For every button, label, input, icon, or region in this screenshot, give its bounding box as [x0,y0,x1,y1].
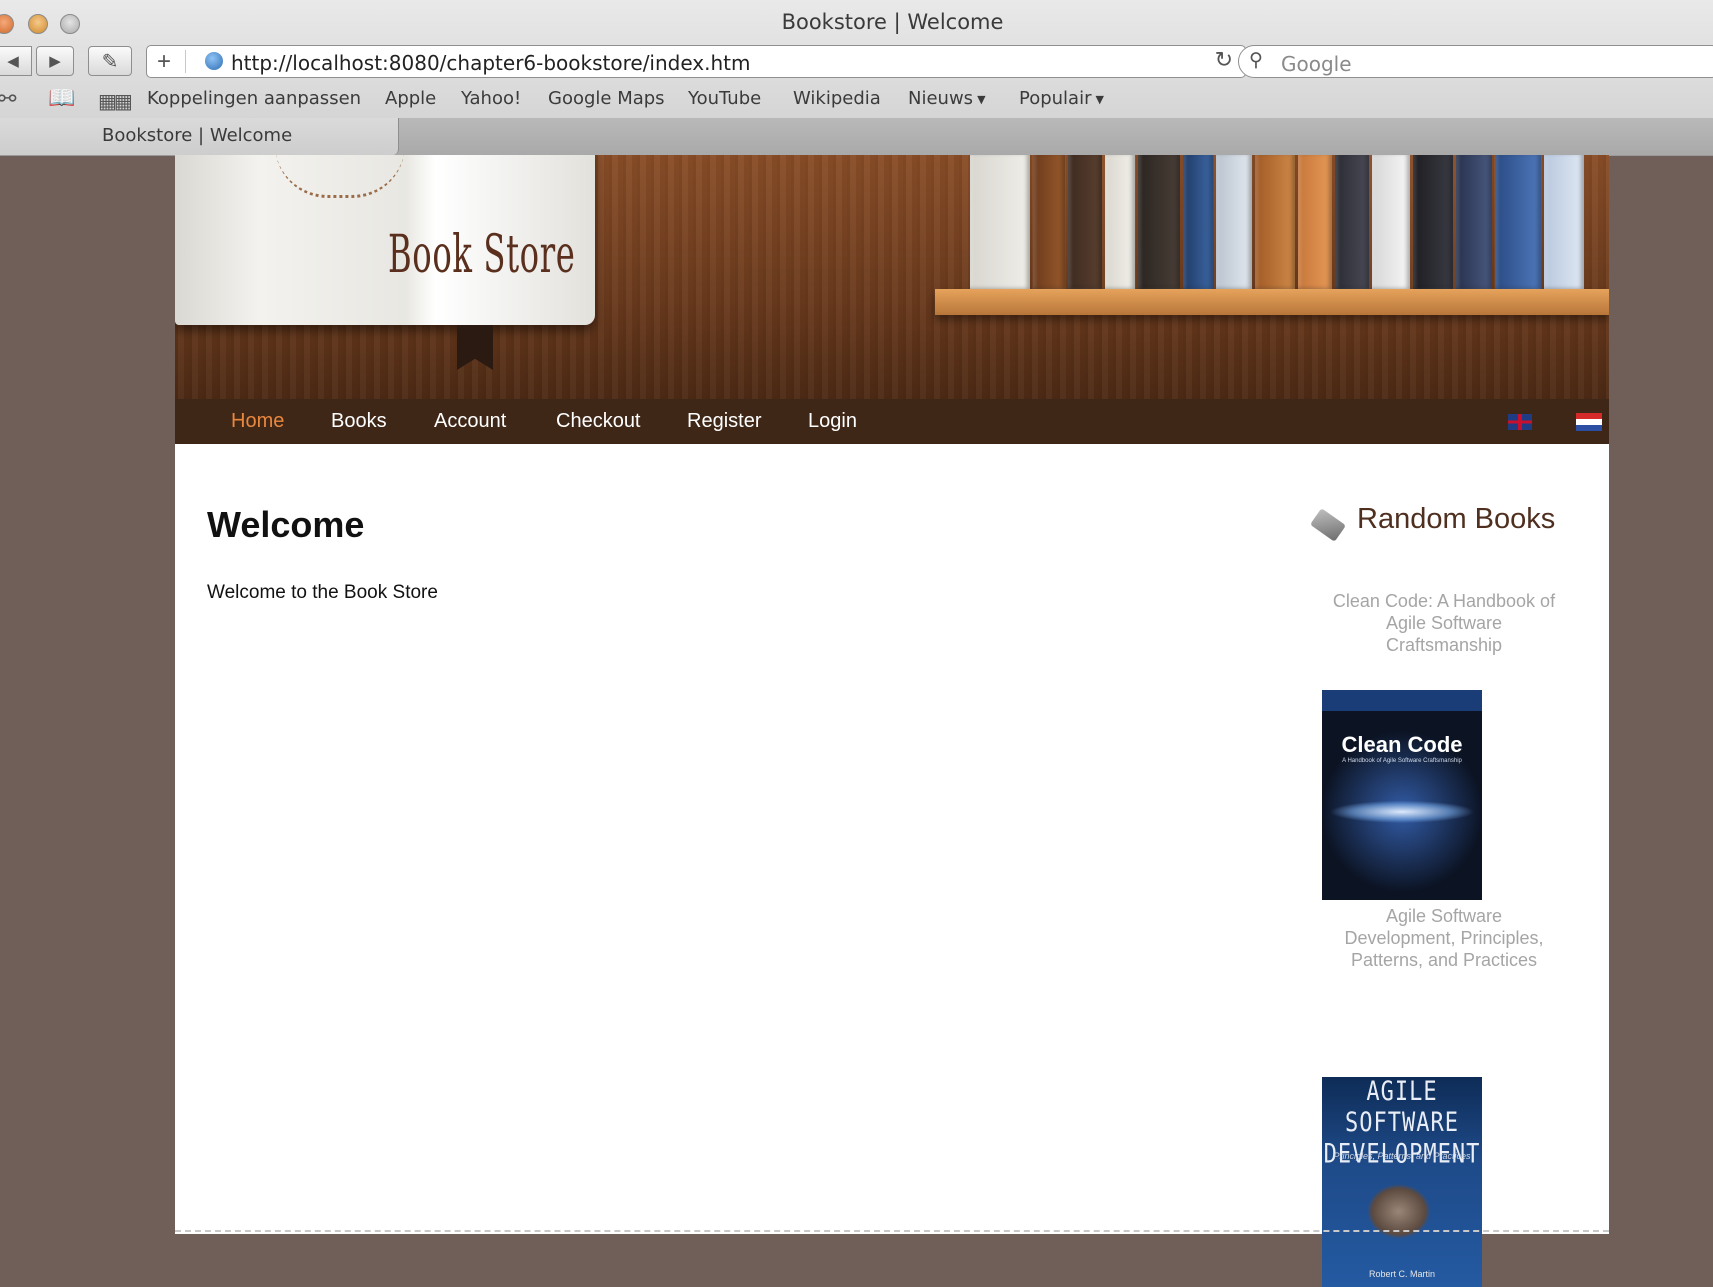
bookmark-item[interactable]: Google Maps [548,88,665,109]
address-divider [185,50,186,73]
book-title-link[interactable]: Agile Software Development, Principles, … [1329,905,1559,971]
bookshelf-illustration [970,155,1609,289]
book-spine [1183,155,1213,289]
tab-label: Bookstore | Welcome [102,125,293,146]
forward-arrow-icon: ▶ [49,53,61,70]
share-icon: ✎ [101,50,119,73]
back-arrow-icon: ◀ [7,53,19,70]
page-title: Welcome [207,504,365,545]
book-spine [1335,155,1369,289]
search-icon: ⚲ [1249,50,1263,71]
caret-down-icon: ▼ [977,92,986,106]
bookmarks-bar: ⚯ 📖 ▦▦ Koppelingen aanpassen Apple Yahoo… [0,84,1713,116]
caret-down-icon: ▼ [1095,92,1104,106]
book-spine [1255,155,1295,289]
browser-tab[interactable]: Bookstore | Welcome [0,118,399,155]
books-icon [1309,508,1347,542]
nav-home[interactable]: Home [231,410,284,433]
add-bookmark-icon[interactable]: + [157,48,171,76]
back-button[interactable]: ◀ [0,46,32,76]
book-spine [1105,155,1135,289]
book-spine [1413,155,1453,289]
window-title: Bookstore | Welcome [781,10,1004,34]
forward-button[interactable]: ▶ [36,46,74,76]
site-logo[interactable]: Book Store [388,225,575,285]
main-navigation: Home Books Account Checkout Register Log… [175,399,1609,444]
reading-list-icon[interactable]: ⚯ [0,87,16,112]
tab-strip: Bookstore | Welcome [0,118,1713,155]
cover-title: Clean Code [1341,732,1463,757]
nav-checkout[interactable]: Checkout [556,410,641,433]
ornament-decoration [275,155,405,198]
book-cover-agile-software[interactable]: AGILE SOFTWARE DEVELOPMENT Principles, P… [1322,1077,1482,1287]
open-book-illustration: Book Store [175,155,595,325]
address-bar[interactable]: + http://localhost:8080/chapter6-booksto… [146,45,1246,78]
bookmark-item[interactable]: YouTube [688,88,761,109]
url-text[interactable]: http://localhost:8080/chapter6-bookstore… [231,51,751,75]
nav-account[interactable]: Account [434,410,506,433]
share-button[interactable]: ✎ [88,46,132,76]
nav-register[interactable]: Register [687,410,761,433]
search-field[interactable]: ⚲ Google [1238,45,1713,78]
book-spine [1372,155,1410,289]
bookmark-item[interactable]: Wikipedia [793,88,881,109]
book-cover-clean-code[interactable]: Clean Code A Handbook of Agile Software … [1322,690,1482,900]
book-title-link[interactable]: Clean Code: A Handbook of Agile Software… [1329,590,1559,656]
sidebar-title: Random Books [1357,503,1556,535]
shelf-board [935,289,1609,315]
bookmark-ribbon-icon [457,325,493,370]
cover-subtitle: Principles, Patterns, and Practices [1333,1151,1471,1161]
book-spine [970,155,1030,289]
book-spine [1138,155,1180,289]
bookmark-menu[interactable]: Populair ▼ [1019,88,1104,109]
book-spine [1216,155,1252,289]
content-divider [175,1230,1609,1232]
book-spine [1298,155,1332,289]
bookmark-item[interactable]: Yahoo! [461,88,521,109]
book-spine [1068,155,1102,289]
nav-books[interactable]: Books [331,410,387,433]
nav-login[interactable]: Login [808,410,857,433]
page-content: Book Store Home Books Account Checkout R… [175,155,1609,1287]
search-placeholder: Google [1281,52,1352,76]
bookmarks-icon[interactable]: 📖 [48,86,75,111]
bookmark-menu-label: Populair [1019,88,1092,109]
cover-author: Robert C. Martin [1368,1269,1436,1279]
bookmark-menu-label: Nieuws [908,88,974,109]
reload-icon[interactable]: ↻ [1215,47,1233,73]
english-flag-icon[interactable] [1508,414,1532,430]
book-spine [1544,155,1584,289]
bookmark-item[interactable]: Apple [385,88,436,109]
bookmark-item[interactable]: Koppelingen aanpassen [147,88,361,109]
header-banner: Book Store [175,155,1609,399]
bookmark-menu[interactable]: Nieuws ▼ [908,88,986,109]
book-spine [1495,155,1541,289]
book-spine [1033,155,1065,289]
book-spine [1456,155,1492,289]
top-sites-icon[interactable]: ▦▦ [98,89,133,113]
browser-chrome: Bookstore | Welcome ◀ ▶ ✎ + http://local… [0,0,1713,156]
globe-icon [205,52,223,70]
cover-subtitle: A Handbook of Agile Software Craftsmansh… [1342,758,1462,764]
random-books-sidebar: Random Books Clean Code: A Handbook of A… [1305,495,1609,1287]
welcome-message: Welcome to the Book Store [207,582,438,603]
dutch-flag-icon[interactable] [1576,413,1602,431]
